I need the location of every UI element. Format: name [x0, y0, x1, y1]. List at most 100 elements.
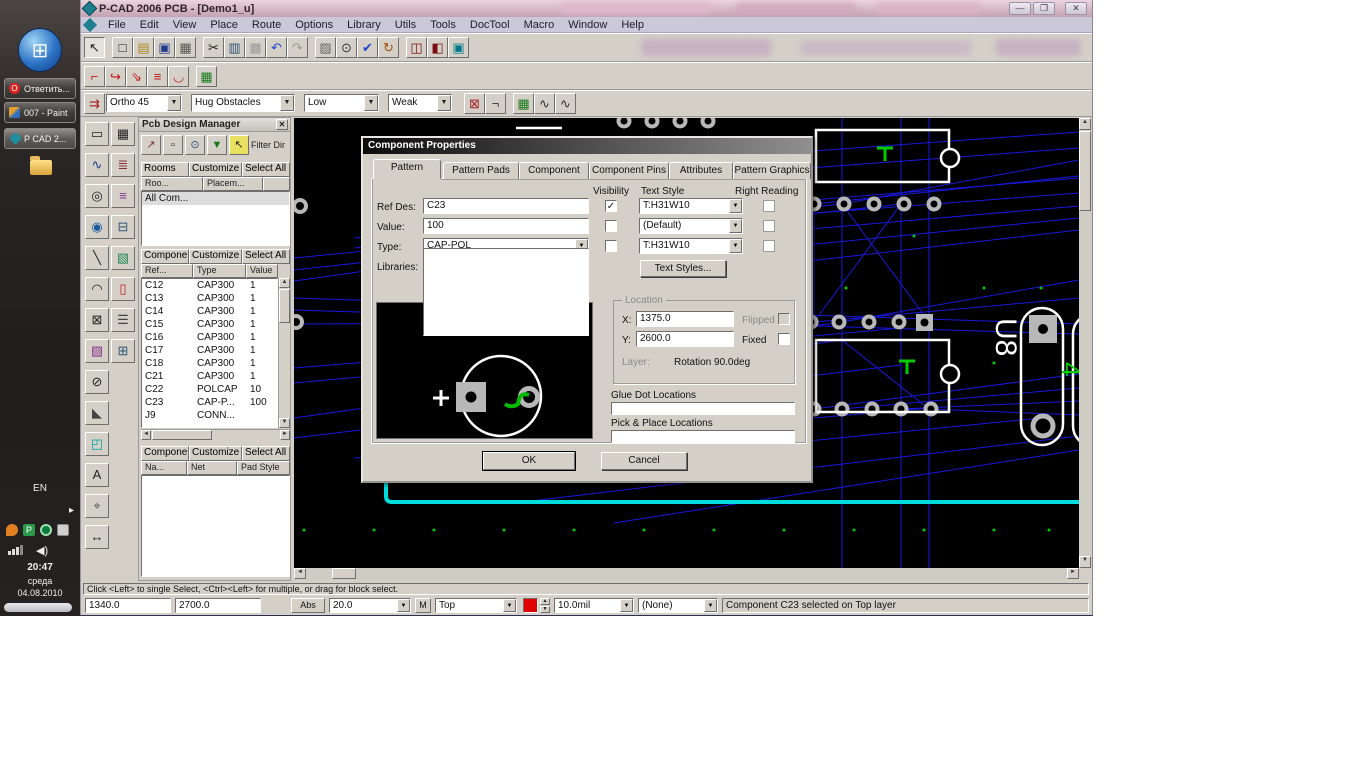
grid-toggle-button[interactable]: ▦	[111, 122, 135, 146]
chevron-down-icon[interactable]: ▼	[397, 599, 410, 612]
print-preview-button[interactable]: ▧	[111, 246, 135, 270]
effort-combo[interactable]: Low▼	[304, 94, 379, 112]
pick-button[interactable]: ↖	[229, 135, 249, 155]
pads-select-all-button[interactable]: Select All	[242, 446, 290, 461]
rooms-customize-button[interactable]: Customize	[189, 162, 242, 177]
menu-route[interactable]: Route	[245, 19, 288, 31]
value-text-style-combo[interactable]: (Default)▼	[639, 218, 743, 234]
library-button[interactable]: ⊞	[111, 339, 135, 363]
tray-p-icon[interactable]: P	[23, 524, 35, 536]
column-header[interactable]: Placem...	[203, 177, 263, 191]
autorouter-button[interactable]: ▦	[196, 66, 217, 87]
column-header[interactable]: Value	[246, 264, 278, 278]
layer-combo[interactable]: Top▼	[435, 598, 517, 613]
save-file-button[interactable]: ▣	[154, 37, 175, 58]
abs-rel-button[interactable]: Abs	[291, 598, 325, 613]
place-arc-button[interactable]: ◠	[85, 277, 109, 301]
menu-view[interactable]: View	[166, 19, 204, 31]
stub-a-button[interactable]: ∿	[534, 93, 555, 114]
components-hscrollbar[interactable]: ◄ ►	[141, 429, 290, 440]
tray-clipboard-icon[interactable]	[57, 524, 69, 536]
rooms-list[interactable]: All Com...	[141, 191, 290, 246]
measure-button[interactable]: ↗	[141, 135, 161, 155]
scroll-thumb[interactable]	[332, 568, 356, 579]
show-desktop-button[interactable]	[4, 603, 72, 612]
paste-button[interactable]: ▩	[245, 37, 266, 58]
menu-macro[interactable]: Macro	[517, 19, 562, 31]
chevron-down-icon[interactable]: ▼	[729, 239, 742, 253]
chevron-down-icon[interactable]: ▼	[503, 599, 516, 612]
menu-help[interactable]: Help	[614, 19, 651, 31]
components-list[interactable]: C12CAP3001C13CAP3001C14CAP3001C15CAP3001…	[141, 278, 278, 428]
place-plane-button[interactable]: ◣	[85, 401, 109, 425]
redo-button[interactable]: ↷	[287, 37, 308, 58]
menu-tools[interactable]: Tools	[423, 19, 463, 31]
components-section-button[interactable]: Componen	[141, 249, 189, 264]
text-styles-button[interactable]: Text Styles...	[640, 260, 726, 277]
column-header[interactable]: Roo...	[141, 177, 203, 191]
x-coordinate-field[interactable]: 1340.0	[85, 598, 171, 613]
glue-dot-input[interactable]	[611, 402, 795, 415]
block-select-button[interactable]: ▫	[163, 135, 183, 155]
scroll-up-icon[interactable]: ▲	[1079, 118, 1091, 130]
fixed-checkbox[interactable]	[778, 333, 790, 345]
pads-section-button[interactable]: Componen	[141, 446, 189, 461]
value-input[interactable]: 100	[423, 218, 589, 234]
split-horizontal-button[interactable]: ◫	[406, 37, 427, 58]
layer-sets-button[interactable]: ⊟	[111, 215, 135, 239]
scroll-thumb[interactable]	[152, 430, 212, 440]
table-row[interactable]: C17CAP3001	[142, 344, 277, 357]
menu-doctool[interactable]: DocTool	[463, 19, 517, 31]
tab-component-pins[interactable]: Component Pins	[589, 162, 669, 179]
table-row[interactable]: C15CAP3001	[142, 318, 277, 331]
pattern-view-button[interactable]: ▦	[513, 93, 534, 114]
pads-customize-button[interactable]: Customize	[189, 446, 242, 461]
table-row[interactable]: J9CONN...	[142, 409, 277, 422]
place-cutout-button[interactable]: ⊠	[85, 308, 109, 332]
net-list-button[interactable]: ≣	[111, 153, 135, 177]
tab-pattern-pads[interactable]: Pattern Pads	[443, 162, 519, 179]
ok-button[interactable]: OK	[483, 452, 575, 470]
layer-down-icon[interactable]: ▼	[540, 606, 550, 613]
open-file-button[interactable]: ▤	[133, 37, 154, 58]
menu-utils[interactable]: Utils	[388, 19, 423, 31]
zoom-to-button[interactable]: ⊙	[185, 135, 205, 155]
scroll-up-icon[interactable]: ▲	[279, 278, 290, 288]
language-indicator[interactable]: EN	[0, 483, 80, 494]
canvas-vscrollbar[interactable]: ▲ ▼	[1079, 118, 1092, 568]
column-header[interactable]: Net	[187, 461, 237, 475]
copy-button[interactable]: ▥	[224, 37, 245, 58]
dialog-titlebar[interactable]: Component Properties	[363, 138, 811, 154]
table-row[interactable]: C16CAP3001	[142, 331, 277, 344]
scroll-left-icon[interactable]: ◄	[294, 568, 306, 579]
type-text-style-combo[interactable]: T:H31W10▼	[639, 238, 743, 254]
titlebar[interactable]: P-CAD 2006 PCB - [Demo1_u] — ❐ ✕	[81, 0, 1092, 17]
refdes-text-style-combo[interactable]: T:H31W10▼	[639, 198, 743, 214]
x-input[interactable]: 1375.0	[636, 311, 734, 327]
spreadsheet-button[interactable]: ☰	[111, 308, 135, 332]
table-row[interactable]: C13CAP3001	[142, 292, 277, 305]
value-right-reading-checkbox[interactable]	[763, 220, 775, 232]
table-row[interactable]: C22POLCAP10	[142, 383, 277, 396]
tab-pattern[interactable]: Pattern	[373, 159, 441, 179]
menu-place[interactable]: Place	[203, 19, 245, 31]
scroll-down-icon[interactable]: ▼	[1079, 556, 1091, 568]
taskbar-button-opera[interactable]: O Ответить...	[4, 78, 76, 99]
place-dimension-button[interactable]: ↔	[85, 525, 109, 549]
close-button[interactable]: ✕	[1065, 2, 1087, 15]
close-pane-button[interactable]: ▣	[448, 37, 469, 58]
place-glue-dot-button[interactable]: ⌖	[85, 494, 109, 518]
tab-attributes[interactable]: Attributes	[669, 162, 733, 179]
ref-des-input[interactable]: C23	[423, 198, 589, 214]
tray-shell-icon[interactable]	[6, 524, 18, 536]
chevron-down-icon[interactable]: ▼	[704, 599, 717, 612]
table-row[interactable]: C18CAP3001	[142, 357, 277, 370]
place-polygon-button[interactable]: ▨	[85, 339, 109, 363]
scroll-right-icon[interactable]: ►	[280, 430, 290, 440]
type-right-reading-checkbox[interactable]	[763, 240, 775, 252]
route-fanout-button[interactable]: ◡	[168, 66, 189, 87]
column-header[interactable]: Type	[193, 264, 246, 278]
chevron-down-icon[interactable]: ▼	[437, 95, 451, 111]
column-header[interactable]: Na...	[141, 461, 187, 475]
rooms-section-button[interactable]: Rooms	[141, 162, 189, 177]
